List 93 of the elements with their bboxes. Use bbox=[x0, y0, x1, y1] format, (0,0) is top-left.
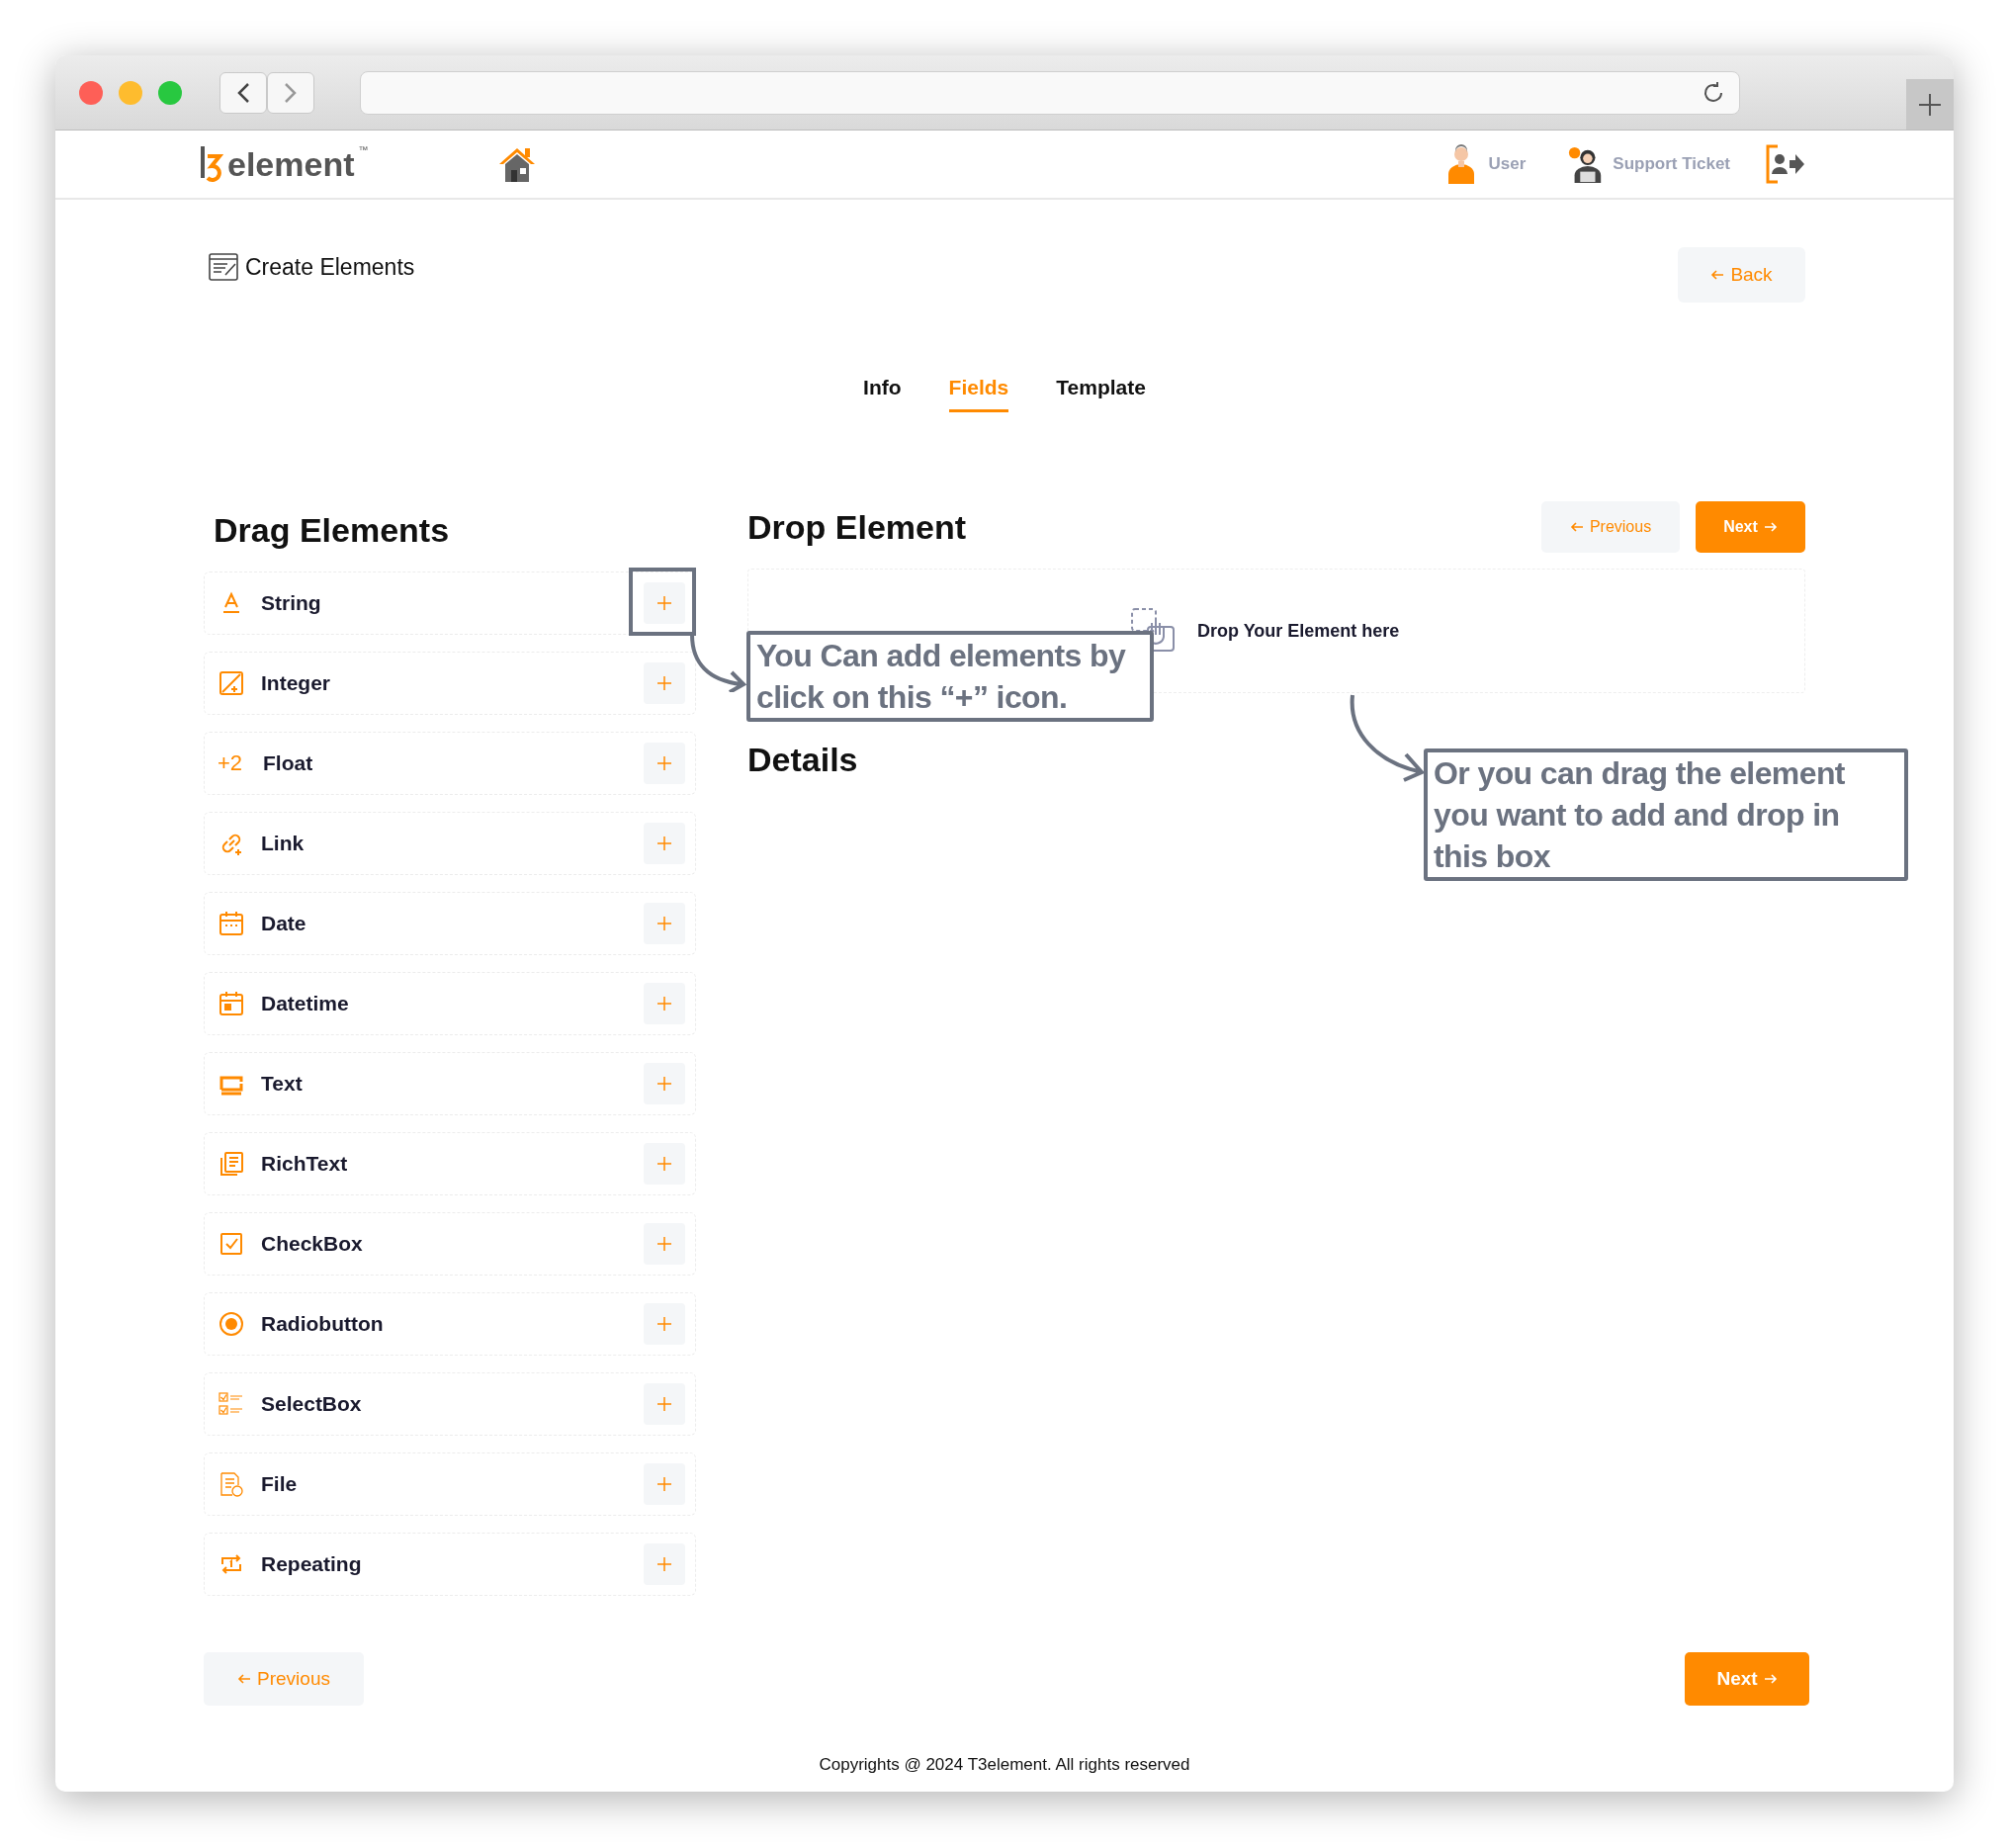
add-button[interactable] bbox=[644, 1463, 685, 1505]
page-title: Create Elements bbox=[245, 253, 415, 281]
callout-tooltip: Or you can drag the element you want to add and drop in this box bbox=[1424, 748, 1908, 881]
add-button[interactable] bbox=[644, 743, 685, 784]
element-type-label: RichText bbox=[261, 1152, 349, 1176]
element-type-label: Link bbox=[261, 832, 306, 855]
arrow-right-icon bbox=[1763, 520, 1778, 534]
add-button[interactable] bbox=[644, 582, 685, 624]
element-type-label: Text bbox=[261, 1072, 304, 1096]
plus-icon bbox=[1918, 92, 1942, 117]
plus-icon bbox=[656, 1396, 672, 1412]
plus-icon bbox=[656, 1156, 672, 1172]
element-type-row[interactable]: Radiobutton bbox=[204, 1292, 696, 1356]
callout-tooltip: You Can add elements by click on this “+” icon. bbox=[746, 631, 1154, 722]
plus-icon bbox=[656, 916, 672, 931]
element-type-row[interactable]: Datetime bbox=[204, 972, 696, 1035]
form-icon bbox=[208, 251, 239, 283]
float-icon-text: +2 bbox=[218, 750, 244, 776]
copyright-text: Copyrights @ 2024 T3element. All rights reserved bbox=[818, 1755, 1191, 1775]
checkbox-icon bbox=[218, 1230, 245, 1258]
address-bar[interactable] bbox=[360, 70, 1740, 115]
radio-icon bbox=[218, 1310, 245, 1338]
date-icon bbox=[218, 910, 245, 937]
element-type-row[interactable]: CheckBox bbox=[204, 1212, 696, 1276]
add-button[interactable] bbox=[644, 1303, 685, 1345]
browser-back-button[interactable] bbox=[219, 71, 267, 114]
element-type-row[interactable]: +2 Float bbox=[204, 732, 696, 795]
drag-hand-icon bbox=[1130, 607, 1178, 655]
arrow-left-icon bbox=[1569, 520, 1584, 534]
plus-icon bbox=[656, 1076, 672, 1092]
maximize-window-icon[interactable] bbox=[158, 80, 182, 105]
element-type-label: File bbox=[261, 1472, 299, 1496]
plus-icon bbox=[656, 1316, 672, 1332]
richtext-icon bbox=[218, 1150, 245, 1178]
section-heading: Details bbox=[747, 741, 858, 779]
add-button[interactable] bbox=[644, 903, 685, 944]
add-button[interactable] bbox=[644, 1143, 685, 1185]
element-type-row[interactable]: Date bbox=[204, 892, 696, 955]
element-type-label: Radiobutton bbox=[261, 1312, 385, 1336]
plus-icon bbox=[656, 836, 672, 851]
plus-icon bbox=[656, 1556, 672, 1572]
element-type-row[interactable]: SelectBox bbox=[204, 1372, 696, 1436]
add-button[interactable] bbox=[644, 983, 685, 1024]
element-type-row[interactable]: Link bbox=[204, 812, 696, 875]
highlight-frame bbox=[629, 568, 696, 636]
element-type-row[interactable]: RichText bbox=[204, 1132, 696, 1195]
add-button[interactable] bbox=[644, 662, 685, 704]
chevron-left-icon bbox=[236, 81, 250, 104]
drop-hint: Drop Your Element here bbox=[1197, 620, 1400, 642]
section-heading: Drop Element bbox=[747, 507, 967, 547]
element-type-label: SelectBox bbox=[261, 1392, 363, 1416]
chevron-right-icon bbox=[284, 81, 298, 104]
file-icon bbox=[218, 1470, 245, 1498]
plus-icon bbox=[656, 755, 672, 771]
element-type-row[interactable]: Integer bbox=[204, 652, 696, 715]
element-type-label: Float bbox=[263, 751, 314, 775]
plus-icon bbox=[656, 595, 672, 611]
element-type-row[interactable]: File bbox=[204, 1452, 696, 1516]
logout-icon[interactable] bbox=[1766, 144, 1805, 184]
datetime-icon bbox=[218, 990, 245, 1017]
plus-icon bbox=[656, 996, 672, 1012]
add-button[interactable] bbox=[644, 1543, 685, 1585]
add-button[interactable] bbox=[644, 1223, 685, 1265]
element-type-row[interactable]: Text bbox=[204, 1052, 696, 1115]
add-button[interactable] bbox=[644, 1383, 685, 1425]
add-button[interactable] bbox=[644, 1063, 685, 1104]
element-type-label: String bbox=[261, 591, 322, 615]
logo-mark-icon bbox=[198, 144, 223, 184]
arrow-left-icon bbox=[1710, 268, 1725, 282]
plus-icon bbox=[656, 675, 672, 691]
element-type-row[interactable]: Repeating bbox=[204, 1533, 696, 1596]
close-window-icon[interactable] bbox=[79, 80, 103, 105]
add-button[interactable] bbox=[644, 823, 685, 864]
plus-icon bbox=[656, 1236, 672, 1252]
new-tab-button[interactable] bbox=[1906, 79, 1954, 130]
element-type-label: Integer bbox=[261, 671, 331, 695]
element-type-label: Datetime bbox=[261, 992, 350, 1015]
arrow-left-icon bbox=[237, 1672, 252, 1686]
curved-arrow bbox=[688, 633, 747, 692]
minimize-window-icon[interactable] bbox=[119, 80, 142, 105]
tab[interactable]: Template bbox=[1056, 368, 1146, 412]
logo-text: element bbox=[227, 145, 355, 184]
element-type-label: Repeating bbox=[261, 1552, 363, 1576]
tab[interactable]: Info bbox=[863, 368, 902, 412]
integer-icon bbox=[218, 669, 245, 697]
section-heading: Drag Elements bbox=[214, 511, 451, 550]
element-type-label: Date bbox=[261, 912, 307, 935]
plus-icon bbox=[656, 1476, 672, 1492]
trademark-mark: ™ bbox=[358, 144, 369, 155]
selectbox-icon bbox=[218, 1390, 245, 1418]
element-type-label: CheckBox bbox=[261, 1232, 364, 1256]
reload-icon bbox=[1702, 80, 1725, 105]
arrow-right-icon bbox=[1763, 1672, 1778, 1686]
